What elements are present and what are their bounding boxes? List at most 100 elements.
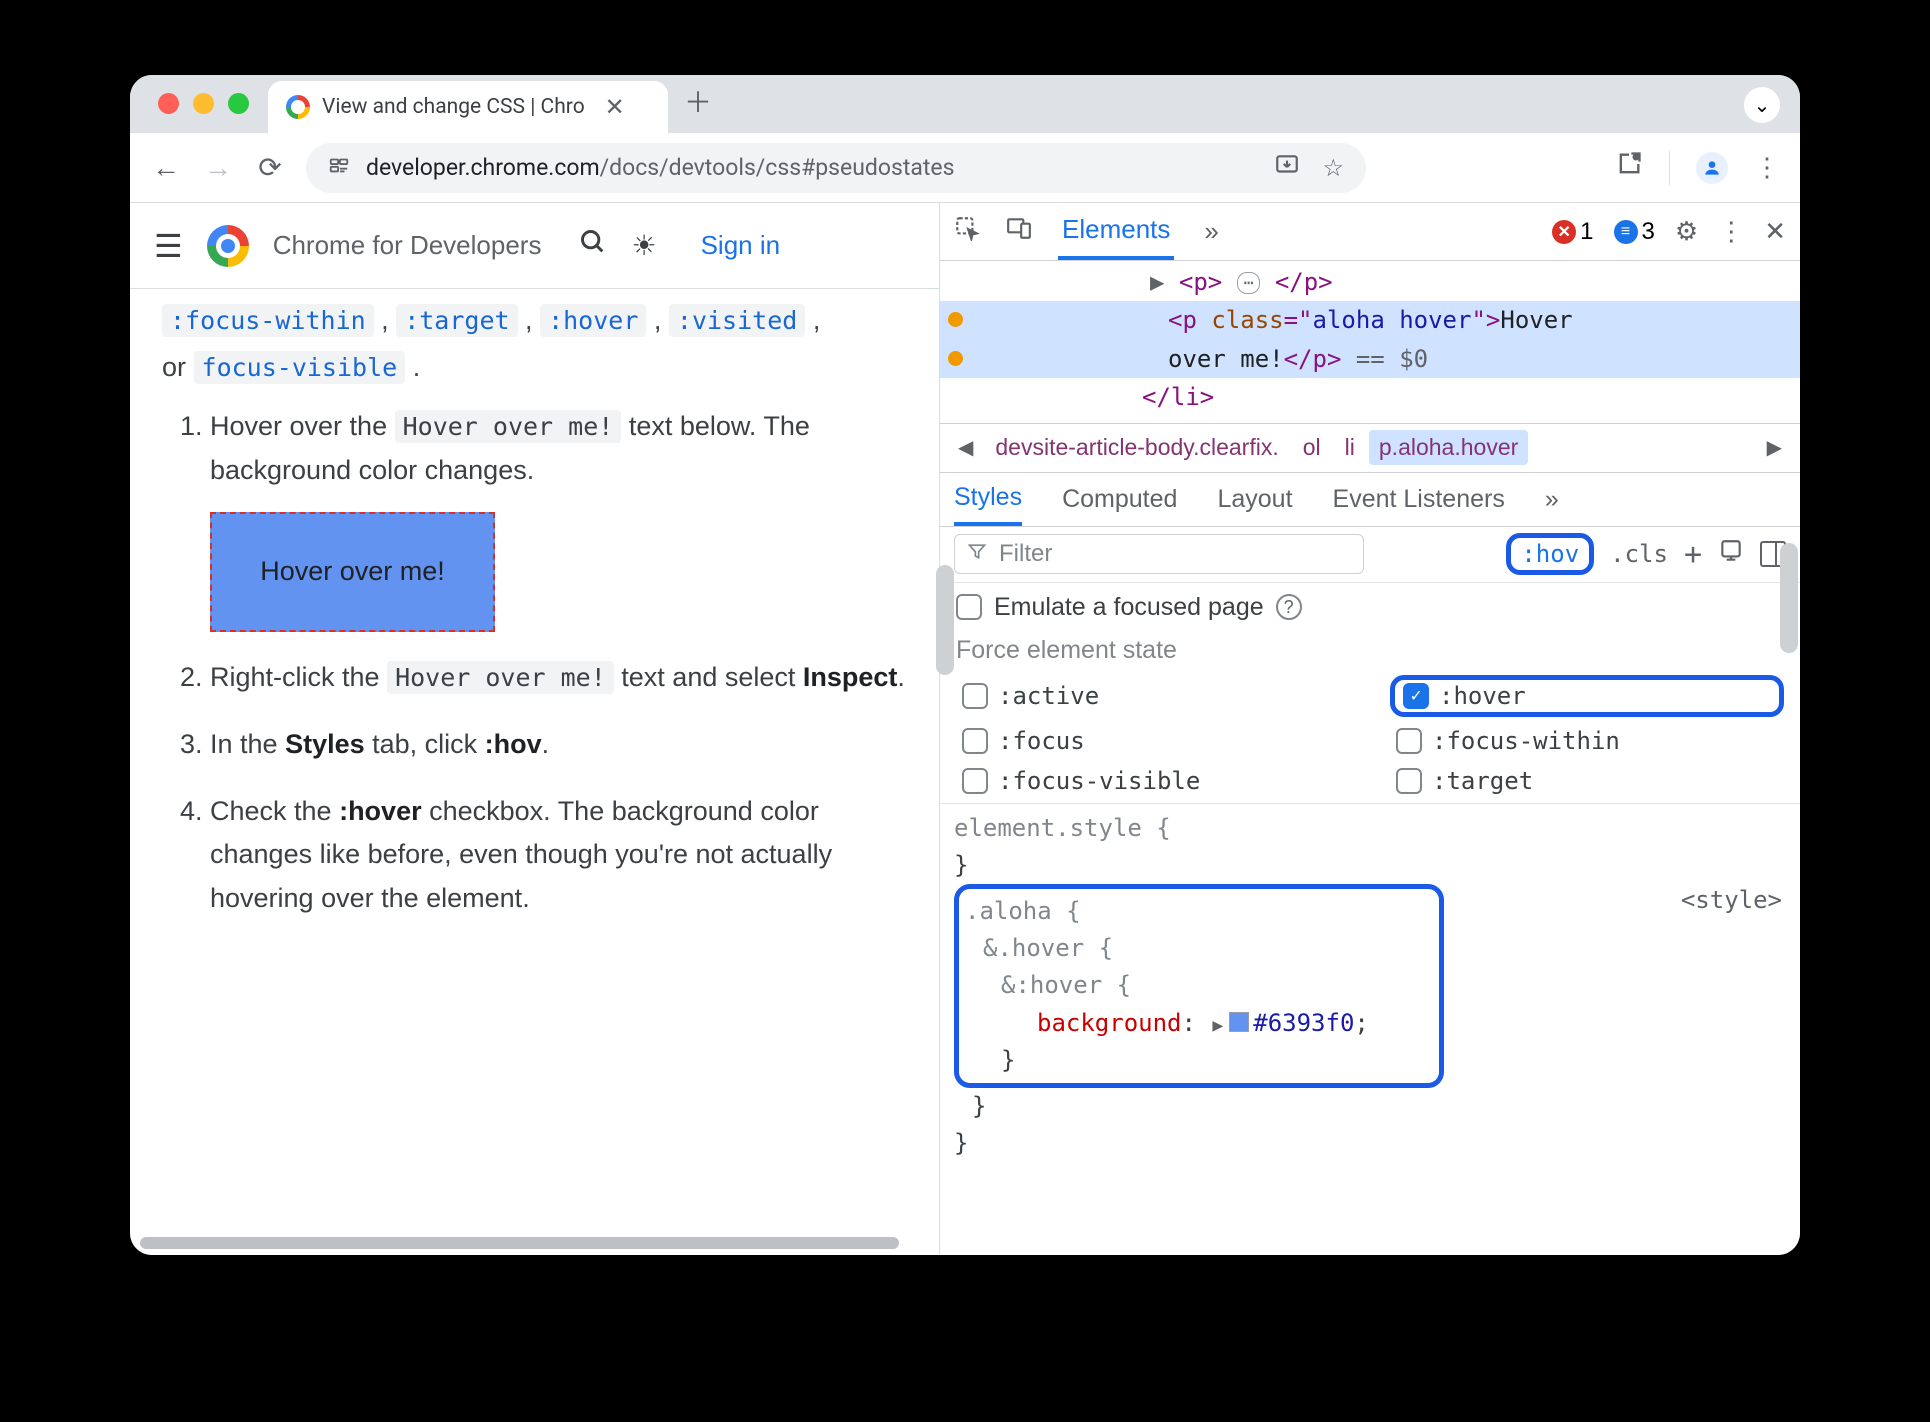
state-hover[interactable]: ✓:hover	[1390, 675, 1784, 717]
page-header: ☰ Chrome for Developers ☀ Sign in	[130, 203, 939, 289]
hov-toggle-button[interactable]: :hov	[1506, 533, 1594, 575]
partial-text-line: :focus-within , :target , :hover , :visi…	[162, 299, 907, 342]
message-count-badge[interactable]: ≡3	[1614, 218, 1655, 246]
state-focus-within[interactable]: :focus-within	[1390, 725, 1784, 757]
tab-search-button[interactable]: ⌄	[1744, 87, 1780, 123]
close-tab-icon[interactable]: ✕	[605, 93, 625, 121]
computed-styles-icon[interactable]	[1718, 538, 1744, 570]
focus-checkbox[interactable]	[962, 728, 988, 754]
close-devtools-icon[interactable]: ✕	[1764, 216, 1786, 247]
subtab-event-listeners[interactable]: Event Listeners	[1333, 473, 1505, 526]
devtools-top-bar: Elements » ✕1 ≡3 ⚙ ⋮ ✕	[940, 203, 1800, 261]
error-count-badge[interactable]: ✕1	[1552, 218, 1593, 246]
help-icon[interactable]: ?	[1276, 594, 1302, 620]
code-hover-text: Hover over me!	[395, 410, 622, 443]
horizontal-scrollbar[interactable]	[140, 1237, 899, 1249]
css-rules-panel[interactable]: element.style { } .aloha { &.hover { &:h…	[940, 804, 1800, 1169]
dom-breadcrumb: ◀ devsite-article-body.clearfix. ol li p…	[940, 423, 1800, 473]
inspect-element-icon[interactable]	[954, 215, 980, 248]
back-button[interactable]: ←	[150, 151, 182, 184]
state-target[interactable]: :target	[1390, 765, 1784, 797]
cls-toggle-button[interactable]: .cls	[1610, 540, 1668, 568]
tab-overflow[interactable]: »	[1200, 203, 1222, 260]
browser-menu-icon[interactable]: ⋮	[1754, 153, 1780, 183]
close-window-icon[interactable]	[158, 93, 179, 114]
devtools-scrollbar[interactable]	[1780, 543, 1798, 653]
separator	[1669, 151, 1670, 185]
crumb-scroll-left-icon[interactable]: ◀	[950, 435, 981, 460]
rule-origin-link[interactable]: <style>	[1681, 882, 1782, 919]
dom-tree[interactable]: ▶ <p> ⋯ </p> <p class="aloha hover">Hove…	[940, 261, 1800, 423]
more-options-icon[interactable]: ⋮	[1718, 216, 1744, 247]
theme-toggle-icon[interactable]: ☀	[631, 229, 656, 262]
breadcrumb-item[interactable]: ol	[1293, 430, 1331, 465]
reload-button[interactable]: ⟳	[254, 151, 286, 184]
brand-text: Chrome for Developers	[273, 230, 542, 261]
extensions-icon[interactable]	[1615, 150, 1643, 185]
content-split: ☰ Chrome for Developers ☀ Sign in :focus…	[130, 203, 1800, 1255]
element-state-block: Emulate a focused page ? Force element s…	[940, 583, 1800, 804]
filter-icon	[967, 541, 987, 567]
search-icon[interactable]	[579, 228, 607, 263]
site-info-icon[interactable]	[328, 154, 350, 181]
styles-sub-tabs: Styles Computed Layout Event Listeners »	[940, 473, 1800, 527]
intro-line: or focus-visible .	[162, 346, 907, 389]
devtools-panel: Elements » ✕1 ≡3 ⚙ ⋮ ✕ ▶ <p> ⋯ </p> <p c…	[940, 203, 1800, 1255]
tab-elements[interactable]: Elements	[1058, 203, 1174, 260]
emulate-focused-label: Emulate a focused page	[994, 593, 1264, 622]
window-controls	[158, 93, 249, 114]
step-1: Hover over the Hover over me! text below…	[210, 405, 907, 631]
state-active[interactable]: :active	[956, 675, 1350, 717]
settings-icon[interactable]: ⚙	[1675, 216, 1698, 247]
emulate-focused-checkbox[interactable]	[956, 594, 982, 620]
bookmark-icon[interactable]: ☆	[1322, 154, 1344, 182]
filter-input[interactable]: Filter	[954, 534, 1364, 574]
browser-tab[interactable]: View and change CSS | Chro ✕	[268, 81, 668, 133]
install-app-icon[interactable]	[1274, 152, 1300, 184]
breadcrumb-item[interactable]: li	[1335, 430, 1365, 465]
focus-visible-checkbox[interactable]	[962, 768, 988, 794]
sign-in-link[interactable]: Sign in	[701, 230, 781, 261]
active-checkbox[interactable]	[962, 683, 988, 709]
dom-node[interactable]: ▶ <p> ⋯ </p>	[940, 263, 1800, 301]
target-checkbox[interactable]	[1396, 768, 1422, 794]
steps-list: Hover over the Hover over me! text below…	[162, 405, 907, 919]
breadcrumb-item[interactable]: devsite-article-body.clearfix.	[985, 430, 1288, 465]
code-focus-visible: focus-visible	[194, 351, 406, 384]
maximize-window-icon[interactable]	[228, 93, 249, 114]
state-focus[interactable]: :focus	[956, 725, 1350, 757]
minimize-window-icon[interactable]	[193, 93, 214, 114]
step-3: In the Styles tab, click :hov.	[210, 723, 907, 766]
hover-checkbox[interactable]: ✓	[1403, 683, 1429, 709]
forward-button[interactable]: →	[202, 151, 234, 184]
subtab-overflow[interactable]: »	[1545, 473, 1559, 526]
address-bar[interactable]: developer.chrome.com/docs/devtools/css#p…	[306, 143, 1366, 193]
split-scrollbar[interactable]	[936, 565, 954, 675]
profile-avatar[interactable]	[1696, 152, 1728, 184]
chrome-logo-icon	[207, 225, 249, 267]
dom-node-selected-cont[interactable]: over me!</p> == $0	[940, 340, 1800, 378]
chrome-favicon-icon	[286, 95, 310, 119]
page-viewport: ☰ Chrome for Developers ☀ Sign in :focus…	[130, 203, 940, 1255]
breadcrumb-item-selected[interactable]: p.aloha.hover	[1369, 430, 1528, 465]
dom-node-selected[interactable]: <p class="aloha hover">Hover	[940, 301, 1800, 339]
hover-demo-box[interactable]: Hover over me!	[210, 512, 495, 632]
device-toggle-icon[interactable]	[1006, 215, 1032, 248]
subtab-styles[interactable]: Styles	[954, 473, 1022, 526]
state-focus-visible[interactable]: :focus-visible	[956, 765, 1350, 797]
css-declaration[interactable]: background: ▶#6393f0;	[965, 1005, 1429, 1042]
hamburger-menu-icon[interactable]: ☰	[154, 227, 183, 265]
element-style-selector[interactable]: element.style {	[954, 814, 1171, 842]
focus-within-checkbox[interactable]	[1396, 728, 1422, 754]
subtab-computed[interactable]: Computed	[1062, 473, 1177, 526]
subtab-layout[interactable]: Layout	[1217, 473, 1292, 526]
step-2: Right-click the Hover over me! text and …	[210, 656, 907, 699]
force-state-title: Force element state	[956, 636, 1784, 665]
crumb-scroll-right-icon[interactable]: ▶	[1759, 435, 1790, 460]
new-style-rule-button[interactable]: +	[1684, 537, 1702, 572]
browser-toolbar: ← → ⟳ developer.chrome.com/docs/devtools…	[130, 133, 1800, 203]
styles-filter-row: Filter :hov .cls +	[940, 527, 1800, 583]
color-swatch-icon[interactable]	[1229, 1012, 1249, 1032]
dom-node[interactable]: </li>	[940, 378, 1800, 416]
new-tab-button[interactable]: ＋	[684, 81, 712, 121]
